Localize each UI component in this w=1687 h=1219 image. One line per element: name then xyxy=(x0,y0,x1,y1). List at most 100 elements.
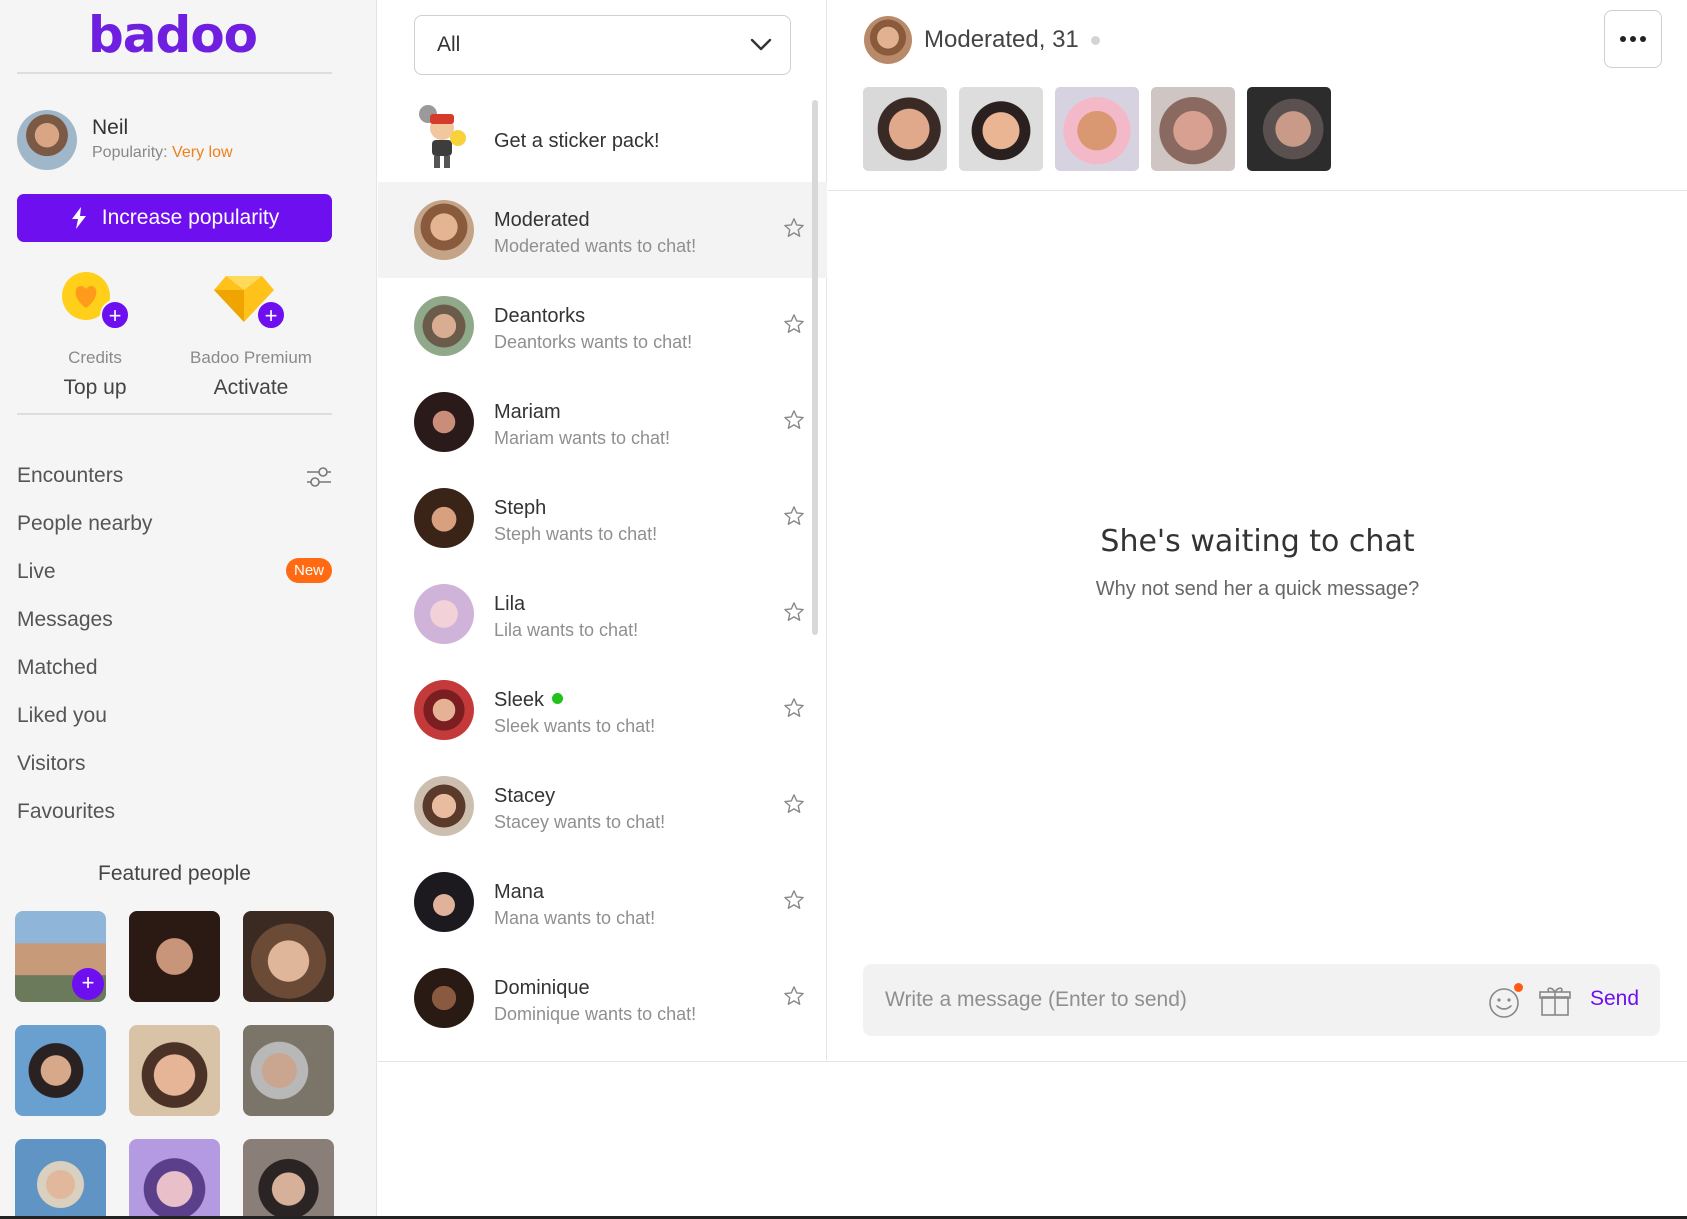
credits-topup[interactable]: + Credits Top up xyxy=(20,268,170,400)
star-icon[interactable] xyxy=(783,793,805,815)
more-dot xyxy=(1630,36,1636,42)
featured-person-photo[interactable] xyxy=(243,1139,334,1219)
sidebar: badoo Neil Popularity: Very low Increase… xyxy=(0,0,377,1219)
premium-activate[interactable]: + Badoo Premium Activate xyxy=(176,268,326,400)
sticker-character-icon xyxy=(419,105,466,168)
list-scrollbar[interactable] xyxy=(812,100,818,635)
popularity-text: Popularity: Very low xyxy=(92,144,233,162)
activate-link[interactable]: Activate xyxy=(176,376,326,400)
conversation-item[interactable]: Dominique Dominique wants to chat! xyxy=(378,950,827,1046)
star-icon[interactable] xyxy=(783,505,805,527)
featured-person-photo[interactable] xyxy=(129,1139,220,1219)
main-nav: Encounters People nearby Live New Messag… xyxy=(17,452,332,836)
nav-item-live[interactable]: Live New xyxy=(17,548,332,596)
conversation-name: Mana xyxy=(494,881,545,903)
star-icon[interactable] xyxy=(783,313,805,335)
conversation-item[interactable]: Lila Lila wants to chat! xyxy=(378,566,827,662)
nav-item-encounters[interactable]: Encounters xyxy=(17,452,332,500)
credits-label: Credits xyxy=(68,348,122,367)
badoo-logo[interactable]: badoo xyxy=(88,6,258,64)
message-composer: Send xyxy=(863,964,1660,1036)
nav-item-favourites[interactable]: Favourites xyxy=(17,788,332,836)
star-icon[interactable] xyxy=(783,697,805,719)
nav-item-label: Favourites xyxy=(17,800,116,823)
nav-item-messages[interactable]: Messages xyxy=(17,596,332,644)
message-input[interactable] xyxy=(885,964,1445,1036)
filter-selected-value: All xyxy=(437,33,461,56)
gift-icon[interactable] xyxy=(1538,984,1572,1018)
conversation-avatar xyxy=(414,680,474,740)
conversation-item[interactable]: Steph Steph wants to chat! xyxy=(378,470,827,566)
featured-person-photo[interactable] xyxy=(129,911,220,1002)
star-icon[interactable] xyxy=(783,409,805,431)
popularity-label: Popularity: xyxy=(92,144,168,161)
star-icon[interactable] xyxy=(783,889,805,911)
chevron-down-icon xyxy=(750,38,772,51)
conversation-preview: Lila wants to chat! xyxy=(494,620,639,640)
conversation-item[interactable]: Mariam Mariam wants to chat! xyxy=(378,374,827,470)
conversation-item[interactable]: Deantorks Deantorks wants to chat! xyxy=(378,278,827,374)
conversation-list[interactable]: Get a sticker pack! Moderated Moderated … xyxy=(378,92,827,1060)
user-profile[interactable]: Neil Popularity: Very low xyxy=(17,110,332,170)
profile-photo-thumbnail[interactable] xyxy=(863,87,947,171)
star-icon[interactable] xyxy=(783,985,805,1007)
conversation-name-text: Sleek xyxy=(494,689,545,711)
diamond-icon: + xyxy=(214,268,286,330)
conversation-preview: Mariam wants to chat! xyxy=(494,428,671,448)
profile-photo-thumbnail[interactable] xyxy=(959,87,1043,171)
top-up-link[interactable]: Top up xyxy=(20,376,170,400)
conversation-name: Lila xyxy=(494,593,526,615)
featured-person-photo[interactable] xyxy=(243,911,334,1002)
nav-item-matched[interactable]: Matched xyxy=(17,644,332,692)
nav-item-label: Live xyxy=(17,560,56,583)
featured-people-title: Featured people xyxy=(98,862,251,885)
featured-person-photo[interactable] xyxy=(15,1025,106,1116)
conversation-item[interactable]: Moderated Moderated wants to chat! xyxy=(378,182,827,278)
profile-photo-thumbnail[interactable] xyxy=(1247,87,1331,171)
conversation-preview: Mana wants to chat! xyxy=(494,908,656,928)
sticker-pack-label: Get a sticker pack! xyxy=(494,130,660,152)
conversation-item[interactable]: Stacey Stacey wants to chat! xyxy=(378,758,827,854)
conversation-item[interactable]: Mana Mana wants to chat! xyxy=(378,854,827,950)
featured-person-photo[interactable] xyxy=(129,1025,220,1116)
chat-divider xyxy=(828,190,1687,191)
featured-person-photo[interactable]: + xyxy=(15,911,106,1002)
featured-person-photo[interactable] xyxy=(243,1025,334,1116)
increase-popularity-button[interactable]: Increase popularity xyxy=(17,194,332,242)
plus-icon: + xyxy=(100,300,130,330)
sticker-pack-promo[interactable]: Get a sticker pack! xyxy=(378,92,827,180)
profile-photo-thumbnail[interactable] xyxy=(1151,87,1235,171)
plus-icon[interactable]: + xyxy=(72,968,104,1000)
star-icon[interactable] xyxy=(783,601,805,623)
nav-item-label: People nearby xyxy=(17,512,153,535)
user-avatar[interactable] xyxy=(17,110,77,170)
profile-photo-thumbnail[interactable] xyxy=(1055,87,1139,171)
nav-item-label: Matched xyxy=(17,656,98,679)
star-icon[interactable] xyxy=(783,217,805,239)
empty-state-title: She's waiting to chat xyxy=(1100,524,1415,559)
popularity-value[interactable]: Very low xyxy=(172,144,232,161)
conversation-preview: Moderated wants to chat! xyxy=(494,236,697,256)
filter-sliders-icon[interactable] xyxy=(306,464,332,490)
sidebar-divider xyxy=(17,72,332,74)
plus-icon: + xyxy=(256,300,286,330)
conversation-preview: Steph wants to chat! xyxy=(494,524,658,544)
more-options-button[interactable] xyxy=(1604,10,1662,68)
nav-item-visitors[interactable]: Visitors xyxy=(17,740,332,788)
conversation-avatar xyxy=(414,872,474,932)
conversation-avatar xyxy=(414,488,474,548)
heart-coin-icon: + xyxy=(60,268,130,330)
conversation-avatar xyxy=(414,968,474,1028)
new-badge: New xyxy=(285,558,332,583)
featured-person-photo[interactable] xyxy=(15,1139,106,1219)
nav-item-people-nearby[interactable]: People nearby xyxy=(17,500,332,548)
conversation-item[interactable]: Sleek Sleek wants to chat! xyxy=(378,662,827,758)
chat-partner-avatar[interactable] xyxy=(864,16,912,64)
lightning-icon xyxy=(71,207,86,229)
conversation-list-pane: All Get a sticker pack! Moderated Modera… xyxy=(378,0,827,1060)
nav-item-liked-you[interactable]: Liked you xyxy=(17,692,332,740)
send-button[interactable]: Send xyxy=(1590,987,1639,1011)
conversation-preview: Sleek wants to chat! xyxy=(494,716,656,736)
conversation-filter-select[interactable]: All xyxy=(414,15,791,75)
chat-partner-name[interactable]: Moderated, 31 xyxy=(924,26,1079,54)
